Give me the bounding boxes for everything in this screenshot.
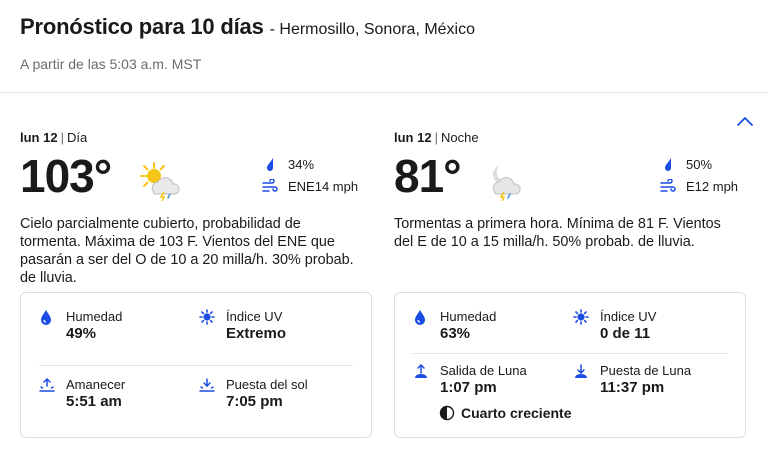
uv-sun-icon bbox=[573, 309, 589, 327]
page-title: Pronóstico para 10 días bbox=[20, 14, 264, 39]
night-period: Noche bbox=[440, 130, 479, 145]
day-date: lun 12 bbox=[20, 130, 58, 145]
day-narrative: Cielo parcialmente cubierto, probabilida… bbox=[20, 216, 354, 286]
day-period-label: lun 12 | Día bbox=[20, 130, 88, 145]
partly-cloudy-thunder-icon bbox=[137, 161, 183, 202]
night-details-card: Humedad 63% Índice UV 0 de 11 Salida de … bbox=[394, 292, 746, 438]
wind-icon bbox=[262, 178, 278, 194]
night-forecast: lun 12 | Noche 81° 50% E12 mph Tormentas… bbox=[394, 130, 746, 438]
rain-drop-icon bbox=[660, 156, 676, 172]
day-wind-value: ENE14 mph bbox=[288, 178, 359, 194]
as-of-time: A partir de las 5:03 a.m. MST bbox=[20, 56, 202, 72]
night-humidity-value: 63% bbox=[440, 325, 471, 342]
day-sunrise-value: 5:51 am bbox=[66, 393, 122, 410]
collapse-chevron-up-icon[interactable] bbox=[736, 114, 754, 128]
night-precip: 50% bbox=[660, 153, 746, 175]
night-date: lun 12 bbox=[394, 130, 432, 145]
day-precip: 34% bbox=[262, 153, 372, 175]
moon-phase: Cuarto creciente bbox=[439, 405, 571, 421]
day-details-card: Humedad 49% Índice UV Extremo Amanecer 5… bbox=[20, 292, 372, 438]
uv-sun-icon bbox=[199, 309, 215, 327]
card-divider bbox=[39, 365, 353, 366]
day-sunset-value: 7:05 pm bbox=[226, 393, 283, 410]
night-narrative: Tormentas a primera hora. Mínima de 81 F… bbox=[394, 216, 721, 250]
night-moonset-value: 11:37 pm bbox=[600, 379, 665, 396]
half-moon-icon bbox=[439, 405, 455, 421]
night-temperature: 81° bbox=[394, 150, 462, 202]
humidity-drop-icon bbox=[413, 309, 429, 327]
moonrise-icon bbox=[413, 363, 429, 381]
day-forecast: lun 12 | Día 103° 34% ENE14 mph Cielo pa… bbox=[20, 130, 372, 438]
day-precip-value: 34% bbox=[288, 156, 315, 172]
sunset-icon bbox=[199, 377, 215, 395]
header-divider bbox=[0, 92, 768, 93]
night-precip-value: 50% bbox=[686, 156, 713, 172]
day-uv-value: Extremo bbox=[226, 325, 287, 342]
card-divider bbox=[413, 353, 727, 354]
night-wind-value: E12 mph bbox=[686, 178, 739, 194]
night-wind: E12 mph bbox=[660, 175, 746, 197]
day-wind: ENE14 mph bbox=[262, 175, 372, 197]
rain-drop-icon bbox=[262, 156, 278, 172]
day-period: Día bbox=[66, 130, 88, 145]
page-header: Pronóstico para 10 días - Hermosillo, So… bbox=[20, 14, 748, 72]
location-name: - Hermosillo, Sonora, México bbox=[269, 21, 476, 38]
night-uv-value: 0 de 11 bbox=[600, 325, 651, 342]
moon-phase-label: Cuarto creciente bbox=[461, 405, 572, 421]
wind-icon bbox=[660, 178, 676, 194]
day-temperature: 103° bbox=[20, 150, 112, 202]
sunrise-icon bbox=[39, 377, 55, 395]
moonset-icon bbox=[573, 363, 589, 381]
night-moonrise-value: 1:07 pm bbox=[440, 379, 497, 396]
night-cloud-thunder-icon bbox=[484, 161, 530, 202]
day-humidity-value: 49% bbox=[66, 325, 97, 342]
night-period-label: lun 12 | Noche bbox=[394, 130, 479, 145]
humidity-drop-icon bbox=[39, 309, 55, 327]
